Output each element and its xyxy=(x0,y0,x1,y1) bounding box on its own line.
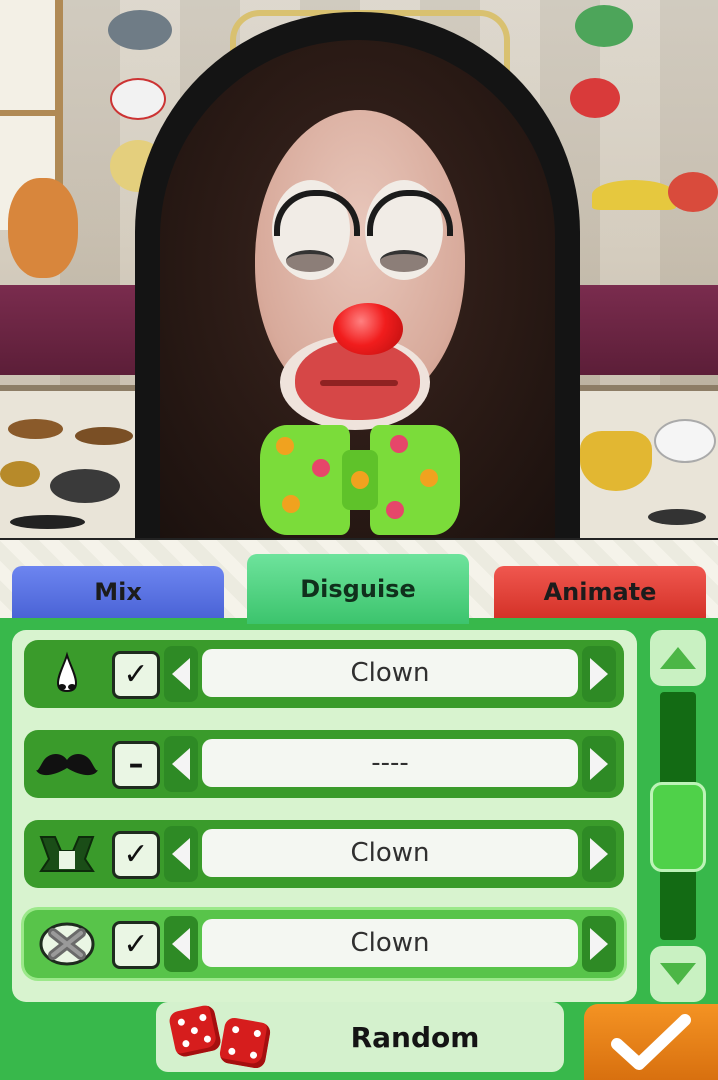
previous-option-button[interactable] xyxy=(164,826,198,882)
control-screen: Mix Animate ✓ Clown – ---- ✓ Clown ✓ Clown xyxy=(0,540,718,1080)
arrow-right-icon xyxy=(590,928,608,960)
tab-animate[interactable]: Animate xyxy=(494,566,706,618)
tab-disguise[interactable]: Disguise xyxy=(247,554,469,624)
mustache-icon xyxy=(32,738,102,790)
scroll-up-button[interactable] xyxy=(650,630,706,686)
right-eye xyxy=(380,250,428,272)
disguise-row[interactable]: ✓ Clown xyxy=(24,910,624,978)
santa-hat-prop xyxy=(570,78,620,118)
arrow-right-icon xyxy=(590,748,608,780)
disguise-row[interactable]: ✓ Clown xyxy=(24,820,624,888)
option-value: Clown xyxy=(202,649,578,697)
clown-nose xyxy=(333,303,403,355)
enable-checkbox[interactable]: ✓ xyxy=(112,651,160,699)
disguise-row[interactable]: ✓ Clown xyxy=(24,640,624,708)
scroll-down-button[interactable] xyxy=(650,946,706,1002)
red-cap-prop xyxy=(668,172,718,212)
next-option-button[interactable] xyxy=(582,646,616,702)
enable-checkbox[interactable]: ✓ xyxy=(112,831,160,879)
hat-prop xyxy=(108,10,172,50)
confirm-button[interactable] xyxy=(584,1004,718,1080)
random-button[interactable]: Random xyxy=(156,1002,564,1072)
scroll-thumb[interactable] xyxy=(650,782,706,872)
conical-hat-prop xyxy=(592,180,676,210)
arrow-right-icon xyxy=(590,838,608,870)
previous-option-button[interactable] xyxy=(164,916,198,972)
scrollbar[interactable] xyxy=(650,630,706,1002)
enable-checkbox[interactable]: ✓ xyxy=(112,921,160,969)
previous-option-button[interactable] xyxy=(164,646,198,702)
disguise-list: ✓ Clown – ---- ✓ Clown ✓ Clown xyxy=(12,630,637,1002)
checkmark-icon xyxy=(611,1014,691,1070)
next-option-button[interactable] xyxy=(582,826,616,882)
beard-display-case xyxy=(558,385,718,540)
arrow-left-icon xyxy=(172,838,190,870)
arrow-right-icon xyxy=(590,658,608,690)
arrow-left-icon xyxy=(172,748,190,780)
option-value: Clown xyxy=(202,829,578,877)
option-value: ---- xyxy=(202,739,578,787)
disguise-row[interactable]: – ---- xyxy=(24,730,624,798)
dice-icon xyxy=(164,1003,274,1070)
next-option-button[interactable] xyxy=(582,916,616,972)
tab-mix[interactable]: Mix xyxy=(12,566,224,618)
option-value: Clown xyxy=(202,919,578,967)
lip-line xyxy=(320,380,398,386)
disguise-panel: ✓ Clown – ---- ✓ Clown ✓ Clown Random xyxy=(0,618,718,1080)
arrow-left-icon xyxy=(172,658,190,690)
previous-option-button[interactable] xyxy=(164,736,198,792)
arrow-up-icon xyxy=(660,647,696,669)
right-shelf xyxy=(568,285,718,375)
random-button-label: Random xyxy=(350,1020,480,1054)
nurse-cap-prop xyxy=(110,78,166,120)
next-option-button[interactable] xyxy=(582,736,616,792)
nose-icon xyxy=(32,648,102,700)
disguised-face-preview xyxy=(160,40,555,540)
green-hat-prop xyxy=(575,5,633,47)
enable-checkbox[interactable]: – xyxy=(112,741,160,789)
clown-bowtie xyxy=(260,425,460,540)
camera-preview xyxy=(0,0,718,540)
wig-prop xyxy=(8,178,78,278)
face-paint-icon xyxy=(32,918,102,970)
left-eye xyxy=(286,250,334,272)
arrow-down-icon xyxy=(660,963,696,985)
neckwear-icon xyxy=(32,828,102,880)
arrow-left-icon xyxy=(172,928,190,960)
